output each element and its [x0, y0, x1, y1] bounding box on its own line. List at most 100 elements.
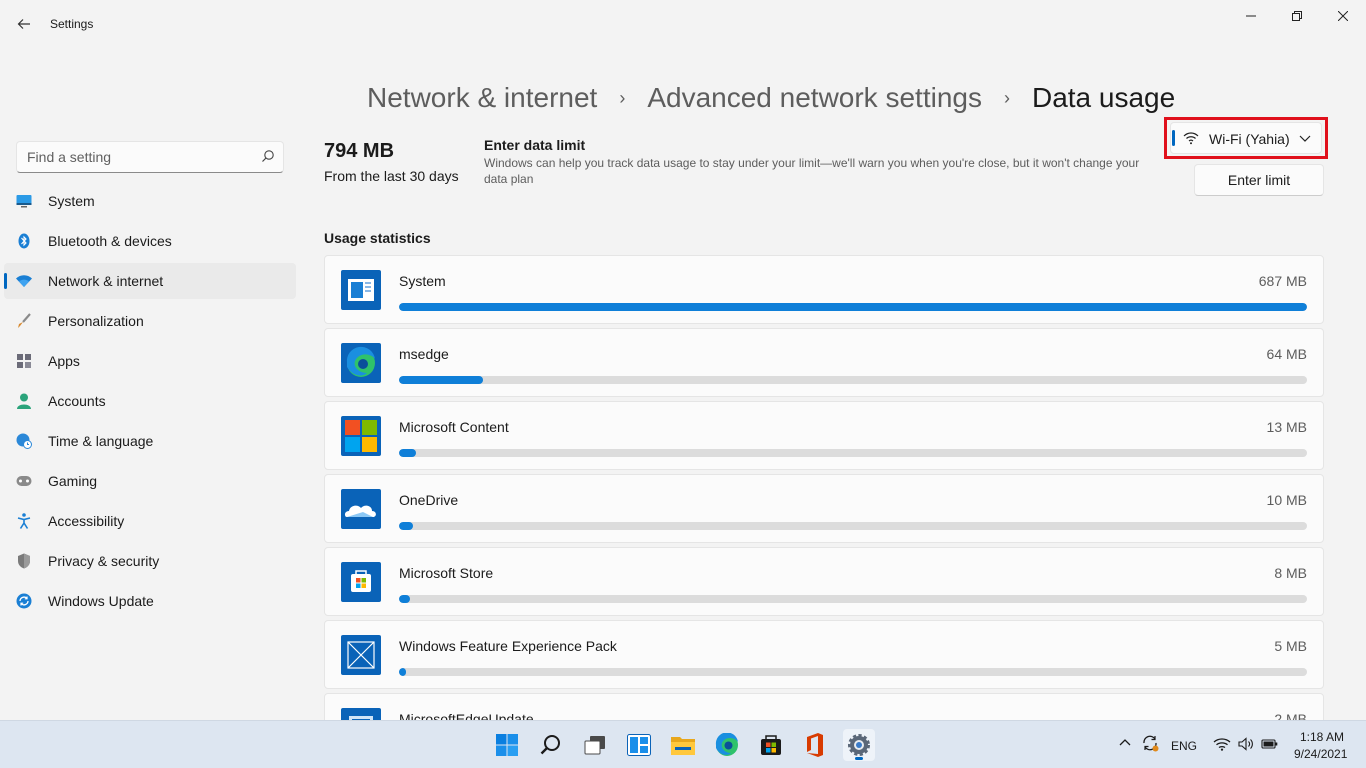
sidebar-item-accounts[interactable]: Accounts — [4, 383, 296, 419]
close-button[interactable] — [1320, 0, 1366, 32]
monitor-icon — [16, 193, 32, 209]
usage-bar-fill — [399, 595, 410, 603]
language-indicator[interactable]: ENG — [1171, 739, 1197, 753]
sidebar-item-time-language[interactable]: Time & language — [4, 423, 296, 459]
restore-icon — [1292, 11, 1302, 21]
edge-icon — [715, 733, 738, 756]
sidebar-item-accessibility[interactable]: Accessibility — [4, 503, 296, 539]
taskbar-widgets-button[interactable] — [623, 729, 655, 761]
app-size: 64 MB — [1266, 346, 1307, 362]
app-name: Microsoft Store — [399, 565, 494, 581]
app-title: Settings — [50, 17, 94, 31]
usage-bar-fill — [399, 376, 484, 384]
apps-icon — [16, 353, 32, 369]
usage-period: From the last 30 days — [324, 168, 459, 184]
usage-bar-fill — [399, 449, 417, 457]
microsoft-logo-icon — [341, 416, 381, 456]
app-name: msedge — [399, 346, 449, 362]
breadcrumb: Network & internet › Advanced network se… — [367, 78, 1175, 118]
wifi-icon — [1183, 132, 1199, 145]
minimize-button[interactable] — [1228, 0, 1274, 32]
sidebar-item-gaming[interactable]: Gaming — [4, 463, 296, 499]
usage-row-msedge: msedge 64 MB — [324, 328, 1324, 397]
wifi-icon[interactable] — [1213, 737, 1231, 751]
usage-bar-fill — [399, 668, 407, 676]
sidebar-item-label: Apps — [48, 353, 80, 369]
task-view-icon — [584, 736, 605, 755]
breadcrumb-network-internet[interactable]: Network & internet — [367, 82, 597, 114]
usage-row-windows-feature-experience-pack: Windows Feature Experience Pack 5 MB — [324, 620, 1324, 689]
sidebar-item-label: Accounts — [48, 393, 106, 409]
taskbar-store-button[interactable] — [755, 729, 787, 761]
store-icon — [761, 735, 781, 755]
sidebar-item-label: Network & internet — [48, 273, 164, 289]
network-select[interactable]: Wi-Fi (Yahia) — [1170, 122, 1322, 154]
app-name: System — [399, 273, 446, 289]
accessibility-icon — [16, 513, 32, 529]
shield-icon — [16, 553, 32, 569]
data-limit-title: Enter data limit — [484, 137, 586, 153]
app-size: 5 MB — [1274, 638, 1307, 654]
taskbar-settings-button[interactable] — [843, 729, 875, 761]
usage-bar — [399, 595, 1307, 603]
clock-time[interactable]: 1:18 AM — [1300, 730, 1344, 744]
onedrive-icon — [341, 489, 381, 529]
app-name: Microsoft Content — [399, 419, 509, 435]
battery-icon[interactable] — [1261, 737, 1279, 751]
usage-bar — [399, 376, 1307, 384]
app-name: MicrosoftEdgeUpdate — [399, 711, 534, 720]
update-icon — [16, 593, 32, 609]
sidebar-item-system[interactable]: System — [4, 183, 296, 219]
edge-icon — [341, 343, 381, 383]
usage-row-microsoft-content: Microsoft Content 13 MB — [324, 401, 1324, 470]
taskbar-file-explorer-button[interactable] — [667, 729, 699, 761]
usage-row-microsoft-store: Microsoft Store 8 MB — [324, 547, 1324, 616]
sidebar-item-privacy-security[interactable]: Privacy & security — [4, 543, 296, 579]
sidebar-item-label: Accessibility — [48, 513, 125, 529]
gamepad-icon — [16, 473, 32, 489]
app-size: 687 MB — [1258, 273, 1307, 289]
sidebar-item-personalization[interactable]: Personalization — [4, 303, 296, 339]
clock-date[interactable]: 9/24/2021 — [1294, 747, 1347, 761]
breadcrumb-advanced-network-settings[interactable]: Advanced network settings — [647, 82, 982, 114]
sidebar-item-apps[interactable]: Apps — [4, 343, 296, 379]
usage-bar — [399, 668, 1307, 676]
usage-bar — [399, 449, 1307, 457]
chevron-right-icon: › — [1003, 87, 1010, 108]
usage-row-microsoftedgeupdate: MicrosoftEdgeUpdate 2 MB — [324, 693, 1324, 720]
sidebar-item-network-internet[interactable]: Network & internet — [4, 263, 296, 299]
search-input[interactable] — [17, 142, 247, 172]
total-usage: 794 MB — [324, 140, 395, 162]
taskbar-edge-button[interactable] — [711, 729, 743, 761]
wifi-icon — [16, 273, 32, 289]
search-icon — [540, 735, 560, 755]
sidebar-item-windows-update[interactable]: Windows Update — [4, 583, 296, 619]
usage-bar — [399, 522, 1307, 530]
settings-icon — [848, 734, 870, 756]
taskbar-task-view-button[interactable] — [579, 729, 611, 761]
restore-button[interactable] — [1274, 0, 1320, 32]
network-select-value: Wi-Fi (Yahia) — [1209, 131, 1290, 147]
file-explorer-icon — [671, 737, 695, 755]
usage-bar-fill — [399, 522, 413, 530]
search-icon[interactable] — [261, 149, 275, 163]
taskbar-start-button[interactable] — [491, 729, 523, 761]
chevron-up-icon[interactable] — [1119, 738, 1131, 748]
usage-row-onedrive: OneDrive 10 MB — [324, 474, 1324, 543]
sidebar-item-bluetooth-devices[interactable]: Bluetooth & devices — [4, 223, 296, 259]
taskbar-search-button[interactable] — [535, 729, 567, 761]
taskbar-office-button[interactable] — [799, 729, 831, 761]
close-icon — [1338, 11, 1348, 21]
app-size: 13 MB — [1266, 419, 1307, 435]
back-button[interactable] — [10, 10, 38, 38]
volume-icon[interactable] — [1238, 737, 1254, 751]
chevron-down-icon — [1299, 135, 1311, 142]
sync-icon[interactable] — [1141, 734, 1159, 752]
sidebar-nav: System Bluetooth & devices Network & int… — [4, 183, 296, 623]
usage-bar-fill — [399, 303, 1307, 311]
enter-limit-button[interactable]: Enter limit — [1194, 164, 1324, 196]
chevron-right-icon: › — [619, 87, 626, 108]
search-box — [16, 141, 284, 173]
sidebar-item-label: Time & language — [48, 433, 154, 449]
taskbar: ENG 1:18 AM 9/24/2021 — [0, 720, 1366, 768]
